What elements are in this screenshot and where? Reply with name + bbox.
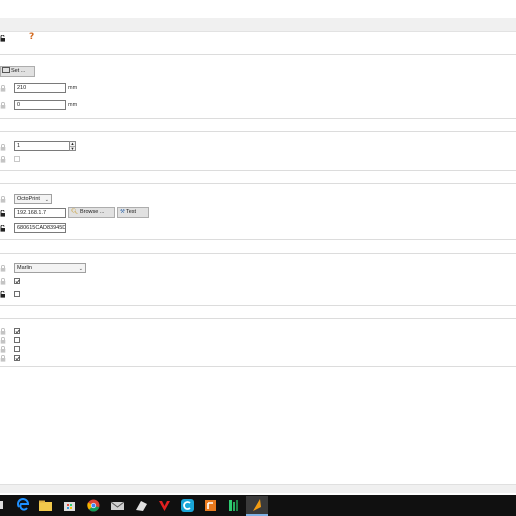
separator [0, 118, 516, 119]
store-icon[interactable] [62, 498, 77, 513]
windows-start-icon[interactable] [0, 501, 3, 509]
lock-icon[interactable] [0, 265, 6, 272]
separator [0, 305, 516, 306]
lock-icon[interactable] [0, 156, 6, 163]
lock-icon[interactable] [0, 102, 6, 109]
red-v-icon[interactable] [157, 498, 172, 513]
separator [0, 131, 516, 132]
bed-width-unit: mm [68, 85, 78, 91]
unlock-icon[interactable] [0, 291, 6, 298]
spinner-down-icon[interactable]: ▼ [70, 147, 75, 151]
slicer-icon[interactable] [134, 498, 149, 513]
host-address-input[interactable]: 192.168.1.7 [14, 208, 66, 218]
help-icon[interactable]: ? [29, 32, 34, 42]
lock-icon[interactable] [0, 328, 6, 335]
option-checkbox[interactable] [14, 346, 20, 352]
option-checkbox[interactable] [14, 337, 20, 343]
status-strip [0, 484, 516, 493]
extruders-spinner[interactable]: ▲ ▼ [69, 141, 76, 151]
separator [0, 170, 516, 171]
bed-offset-unit: mm [68, 102, 78, 108]
set-button-label: Set ... [11, 68, 26, 74]
browse-button[interactable]: 🔍︎ Browse ... [68, 207, 115, 218]
unlock-icon[interactable] [0, 225, 6, 232]
extruders-count-input[interactable]: 1 [14, 141, 70, 151]
lock-icon[interactable] [0, 144, 6, 151]
chevron-down-icon: ⌄ [44, 197, 49, 203]
separator [0, 366, 516, 367]
bed-shape-set-button[interactable]: Set ... [0, 66, 35, 77]
browse-button-label: Browse ... [79, 209, 105, 215]
option-checkbox[interactable] [14, 291, 20, 297]
option-checkbox-disabled[interactable] [14, 156, 20, 162]
bed-width-input[interactable]: 210 [14, 83, 66, 93]
ccleaner-icon[interactable] [180, 498, 195, 513]
wrench-icon: ⚒ [120, 209, 125, 215]
test-button-label: Test [125, 209, 137, 215]
api-key-input[interactable]: 680615CAD83945D8 [14, 223, 66, 233]
gcode-flavor-select[interactable]: Marlin ⌄ [14, 263, 86, 273]
lock-icon[interactable] [0, 337, 6, 344]
lock-icon[interactable] [0, 355, 6, 362]
option-checkbox-checked[interactable] [14, 355, 20, 361]
separator [0, 318, 516, 319]
host-type-select[interactable]: OctoPrint ⌄ [14, 194, 52, 204]
gcode-flavor-value: Marlin [17, 265, 32, 271]
unlock-icon[interactable] [0, 210, 6, 217]
option-checkbox-checked[interactable] [14, 278, 20, 284]
toolbar-strip [0, 18, 516, 32]
separator [0, 54, 516, 55]
fusion-icon[interactable] [203, 498, 218, 513]
active-app-icon[interactable] [246, 496, 268, 516]
mail-icon[interactable] [110, 498, 125, 513]
green-app-icon[interactable] [226, 498, 241, 513]
unlock-icon[interactable] [0, 35, 6, 42]
lock-icon[interactable] [0, 85, 6, 92]
separator [0, 183, 516, 184]
lock-icon[interactable] [0, 278, 6, 285]
chrome-icon[interactable] [86, 498, 101, 513]
lock-icon[interactable] [0, 346, 6, 353]
option-checkbox-checked[interactable] [14, 328, 20, 334]
search-icon: 🔍︎ [71, 209, 78, 215]
separator [0, 253, 516, 254]
printer-icon [2, 67, 10, 73]
edge-browser-icon[interactable] [16, 498, 31, 513]
lock-icon[interactable] [0, 196, 6, 203]
separator [0, 239, 516, 240]
bed-offset-input[interactable]: 0 [14, 100, 66, 110]
host-type-value: OctoPrint [17, 196, 40, 202]
file-explorer-icon[interactable] [38, 498, 53, 513]
test-button[interactable]: ⚒Test [117, 207, 149, 218]
chevron-down-icon: ⌄ [78, 266, 83, 272]
